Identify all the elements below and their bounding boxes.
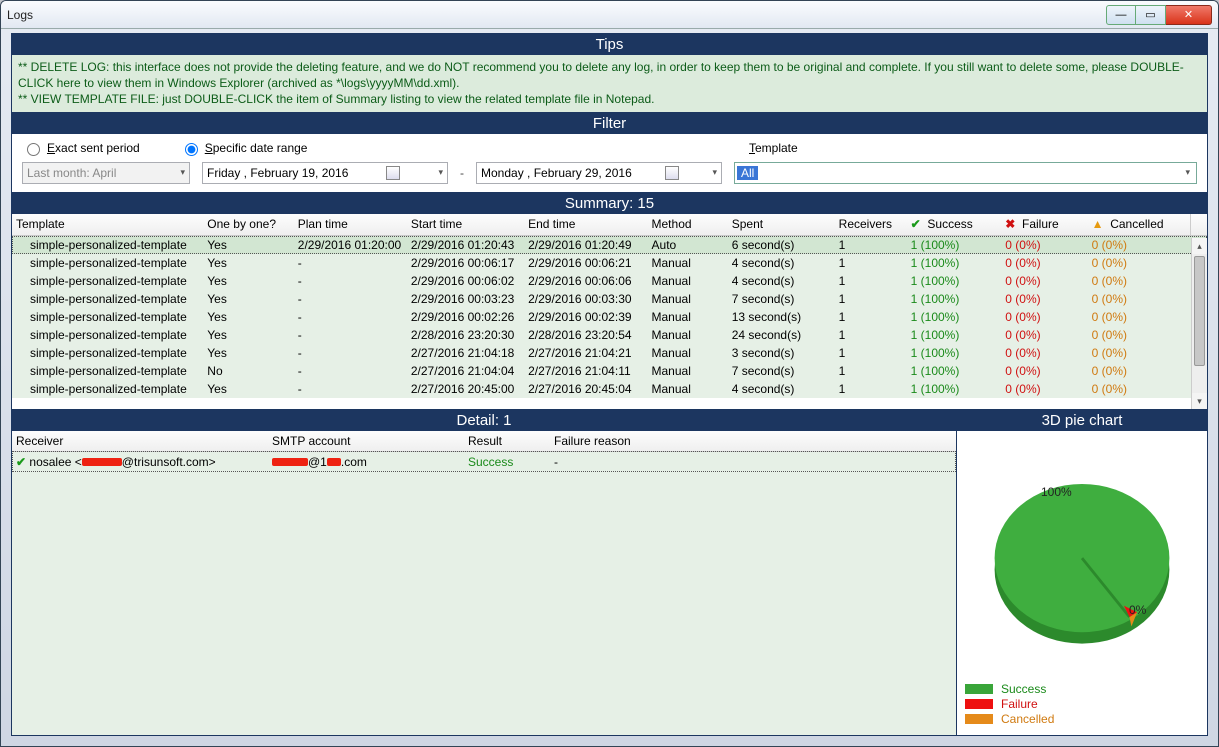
- template-combo[interactable]: All ▾: [734, 162, 1197, 184]
- check-icon: ✔: [911, 217, 921, 231]
- period-value: Last month: April: [27, 166, 116, 180]
- chart-header: 3D pie chart: [957, 410, 1207, 431]
- col-template[interactable]: Template: [12, 214, 203, 236]
- legend-success: Success: [965, 682, 1199, 696]
- legend-cancelled: Cancelled: [965, 712, 1199, 726]
- period-combo: Last month: April ▾: [22, 162, 190, 184]
- date-to-value: Monday , February 29, 2016: [481, 166, 632, 180]
- dcol-smtp[interactable]: SMTP account: [268, 431, 464, 452]
- detail-table[interactable]: Receiver SMTP account Result Failure rea…: [12, 431, 956, 472]
- swatch-failure: [965, 699, 993, 709]
- detail-body[interactable]: Receiver SMTP account Result Failure rea…: [12, 431, 956, 735]
- swatch-success: [965, 684, 993, 694]
- chevron-down-icon[interactable]: ▾: [712, 167, 717, 178]
- chevron-down-icon: ▾: [180, 167, 185, 178]
- table-row[interactable]: simple-personalized-templateYes-2/27/201…: [12, 344, 1207, 362]
- date-from-value: Friday , February 19, 2016: [207, 166, 348, 180]
- chevron-down-icon[interactable]: ▾: [438, 167, 443, 178]
- bottom-panes: Detail: 1 Receiver SMTP account Result F…: [12, 410, 1207, 735]
- warning-icon: ▲: [1092, 217, 1104, 231]
- summary-grid[interactable]: Template One by one? Plan time Start tim…: [12, 214, 1207, 410]
- col-start[interactable]: Start time: [407, 214, 524, 236]
- redacted-text: [272, 458, 308, 466]
- table-row[interactable]: simple-personalized-templateYes2/29/2016…: [12, 236, 1207, 255]
- date-range-separator: -: [460, 166, 464, 180]
- scroll-down-button[interactable]: ▾: [1192, 393, 1207, 409]
- chart-body: 100% 0% Success Failure Cancelled: [957, 431, 1207, 735]
- col-receivers[interactable]: Receivers: [835, 214, 907, 236]
- check-icon: ✔: [16, 455, 26, 469]
- tips-line-1: ** DELETE LOG: this interface does not p…: [18, 59, 1201, 91]
- scroll-column-header: [1190, 214, 1207, 236]
- minimize-button[interactable]: —: [1106, 5, 1136, 25]
- window-buttons: — ▭ ✕: [1106, 5, 1212, 25]
- exact-period-radio[interactable]: Exact sent period: [22, 140, 140, 156]
- calendar-icon[interactable]: [665, 166, 679, 180]
- table-row[interactable]: simple-personalized-templateYes-2/29/201…: [12, 308, 1207, 326]
- pie-label-100: 100%: [1041, 485, 1072, 499]
- swatch-cancelled: [965, 714, 993, 724]
- table-row[interactable]: simple-personalized-templateNo-2/27/2016…: [12, 362, 1207, 380]
- summary-header-row: Template One by one? Plan time Start tim…: [12, 214, 1207, 236]
- summary-table[interactable]: Template One by one? Plan time Start tim…: [12, 214, 1207, 399]
- table-row[interactable]: simple-personalized-templateYes-2/29/201…: [12, 290, 1207, 308]
- legend-failure: Failure: [965, 697, 1199, 711]
- detail-receiver: ✔ nosalee <@trisunsoft.com>: [12, 451, 268, 472]
- content-area: Tips ** DELETE LOG: this interface does …: [11, 33, 1208, 736]
- detail-row[interactable]: ✔ nosalee <@trisunsoft.com> @1.com Succe…: [12, 451, 956, 472]
- maximize-button[interactable]: ▭: [1136, 5, 1166, 25]
- chart-legend: Success Failure Cancelled: [965, 681, 1199, 727]
- col-method[interactable]: Method: [648, 214, 728, 236]
- detail-header: Detail: 1: [12, 410, 956, 431]
- dcol-reason[interactable]: Failure reason: [550, 431, 956, 452]
- tips-body[interactable]: ** DELETE LOG: this interface does not p…: [12, 55, 1207, 113]
- template-value: All: [737, 166, 758, 180]
- table-row[interactable]: simple-personalized-templateYes-2/29/201…: [12, 254, 1207, 272]
- specific-range-radio[interactable]: Specific date range: [180, 140, 308, 156]
- table-row[interactable]: simple-personalized-templateYes-2/29/201…: [12, 272, 1207, 290]
- col-success[interactable]: ✔ Success: [907, 214, 1002, 236]
- scroll-up-button[interactable]: ▴: [1192, 238, 1207, 254]
- col-onebyone[interactable]: One by one?: [203, 214, 293, 236]
- detail-result: Success: [464, 451, 550, 472]
- col-end[interactable]: End time: [524, 214, 647, 236]
- col-plan[interactable]: Plan time: [294, 214, 407, 236]
- chart-pane: 3D pie chart 100% 0%: [957, 410, 1207, 735]
- col-cancelled[interactable]: ▲ Cancelled: [1088, 214, 1191, 236]
- summary-scrollbar[interactable]: ▴ ▾: [1191, 238, 1207, 409]
- pie-chart: 100% 0%: [987, 465, 1177, 655]
- pie-wrap: 100% 0%: [965, 439, 1199, 681]
- summary-header: Summary: 15: [12, 193, 1207, 214]
- table-row[interactable]: simple-personalized-templateYes-2/28/201…: [12, 326, 1207, 344]
- app-window: Logs — ▭ ✕ Tips ** DELETE LOG: this inte…: [0, 0, 1219, 747]
- redacted-text: [327, 458, 341, 466]
- tips-line-2: ** VIEW TEMPLATE FILE: just DOUBLE-CLICK…: [18, 91, 1201, 107]
- specific-range-radio-input[interactable]: [185, 143, 198, 156]
- x-icon: ✖: [1005, 217, 1015, 231]
- titlebar[interactable]: Logs — ▭ ✕: [1, 1, 1218, 29]
- chevron-down-icon[interactable]: ▾: [1181, 167, 1194, 178]
- tips-header: Tips: [12, 34, 1207, 55]
- detail-pane: Detail: 1 Receiver SMTP account Result F…: [12, 410, 957, 735]
- dcol-receiver[interactable]: Receiver: [12, 431, 268, 452]
- redacted-text: [82, 458, 122, 466]
- close-button[interactable]: ✕: [1166, 5, 1212, 25]
- window-title: Logs: [7, 8, 33, 22]
- col-spent[interactable]: Spent: [728, 214, 835, 236]
- dcol-result[interactable]: Result: [464, 431, 550, 452]
- calendar-icon[interactable]: [386, 166, 400, 180]
- scroll-thumb[interactable]: [1194, 256, 1205, 366]
- pie-label-0: 0%: [1129, 603, 1146, 617]
- detail-smtp: @1.com: [268, 451, 464, 472]
- date-from-picker[interactable]: Friday , February 19, 2016 ▾: [202, 162, 448, 184]
- detail-reason: -: [550, 451, 956, 472]
- exact-period-radio-input[interactable]: [27, 143, 40, 156]
- date-to-picker[interactable]: Monday , February 29, 2016 ▾: [476, 162, 722, 184]
- filter-header: Filter: [12, 113, 1207, 134]
- template-label: Template: [749, 141, 798, 155]
- table-row[interactable]: simple-personalized-templateYes-2/27/201…: [12, 380, 1207, 398]
- col-failure[interactable]: ✖ Failure: [1001, 214, 1087, 236]
- filter-body: Exact sent period Specific date range Te…: [12, 134, 1207, 193]
